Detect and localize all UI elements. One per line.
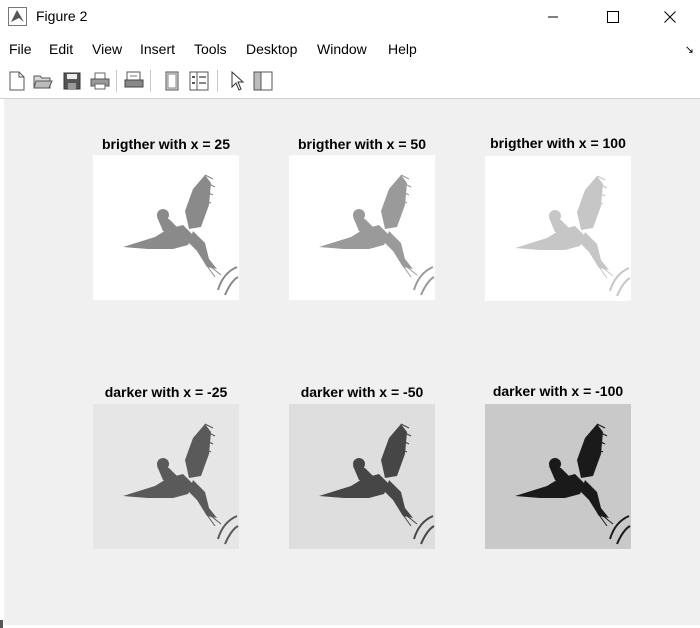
panel-title: darker with x = -25 bbox=[104, 384, 228, 400]
print-button[interactable] bbox=[88, 69, 112, 93]
close-button[interactable] bbox=[647, 0, 693, 34]
resize-grip[interactable] bbox=[0, 620, 3, 628]
new-figure-icon bbox=[9, 71, 25, 91]
menu-dock-arrow-icon[interactable]: ↘ bbox=[685, 43, 694, 56]
menu-window[interactable]: Window bbox=[317, 41, 367, 57]
menu-help[interactable]: Help bbox=[388, 41, 417, 57]
panel-title: darker with x = -50 bbox=[300, 384, 424, 400]
panel-title: brigther with x = 100 bbox=[490, 135, 626, 151]
window-title: Figure 2 bbox=[36, 8, 88, 24]
hide-plot-tools-icon bbox=[165, 71, 179, 91]
menu-bar: File Edit View Insert Tools Desktop Wind… bbox=[0, 38, 700, 62]
hide-plot-tools-button[interactable] bbox=[160, 69, 184, 93]
menu-insert[interactable]: Insert bbox=[140, 41, 175, 57]
open-file-icon bbox=[33, 75, 53, 89]
menu-desktop[interactable]: Desktop bbox=[246, 41, 297, 57]
menu-file[interactable]: File bbox=[9, 41, 32, 57]
open-file-button[interactable] bbox=[31, 69, 55, 93]
darker-100-image bbox=[485, 404, 631, 549]
bird-image bbox=[514, 423, 631, 545]
toolbar-separator bbox=[217, 70, 218, 92]
bird-image bbox=[122, 174, 239, 296]
dock-icon bbox=[253, 71, 273, 91]
panel-title: darker with x = -100 bbox=[492, 383, 624, 399]
show-plot-tools-button[interactable] bbox=[187, 69, 211, 93]
toolbar-separator bbox=[116, 70, 117, 92]
darker-25-image bbox=[93, 404, 239, 549]
minimize-icon bbox=[548, 16, 558, 18]
toolbar-separator bbox=[150, 70, 151, 92]
save-button[interactable] bbox=[60, 69, 84, 93]
print-icon bbox=[90, 72, 110, 90]
dock-figure-button[interactable] bbox=[251, 69, 275, 93]
darker-50-image bbox=[289, 404, 435, 549]
bird-image bbox=[514, 175, 631, 297]
brighter-50-image bbox=[289, 155, 435, 300]
pointer-icon bbox=[231, 71, 245, 91]
brighter-25-image bbox=[93, 155, 239, 300]
maximize-icon bbox=[607, 11, 619, 23]
minimize-button[interactable] bbox=[530, 0, 576, 34]
print-preview-button[interactable] bbox=[122, 69, 146, 93]
pointer-button[interactable] bbox=[225, 69, 249, 93]
menu-tools[interactable]: Tools bbox=[194, 41, 227, 57]
bird-image bbox=[318, 423, 435, 545]
print-preview-icon bbox=[124, 71, 144, 88]
save-icon bbox=[63, 72, 81, 90]
menu-edit[interactable]: Edit bbox=[49, 41, 73, 57]
new-figure-button[interactable] bbox=[5, 69, 29, 93]
title-bar: Figure 2 bbox=[0, 0, 700, 34]
panel-title: brigther with x = 25 bbox=[102, 136, 230, 152]
brighter-100-image bbox=[485, 156, 631, 301]
bird-image bbox=[122, 423, 239, 545]
figure-toolbar bbox=[0, 66, 700, 99]
show-plot-tools-icon bbox=[189, 71, 209, 91]
bird-image bbox=[318, 174, 435, 296]
close-icon bbox=[664, 11, 676, 23]
figure-canvas: brigther with x = 25 brigther with x = 5… bbox=[4, 99, 700, 625]
matlab-figure-icon bbox=[8, 7, 27, 26]
maximize-button[interactable] bbox=[590, 0, 636, 34]
panel-title: brigther with x = 50 bbox=[298, 136, 426, 152]
menu-view[interactable]: View bbox=[92, 41, 122, 57]
